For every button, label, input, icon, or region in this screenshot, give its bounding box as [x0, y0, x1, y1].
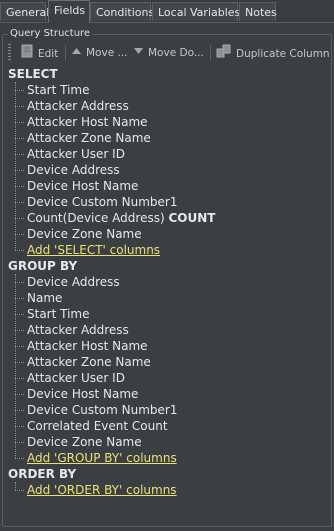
group-by-item[interactable]: Device Custom Number1: [27, 402, 177, 418]
tree-branch: [15, 458, 24, 459]
select-item[interactable]: Attacker Host Name: [27, 114, 148, 130]
tree-branch: [15, 394, 24, 395]
select-item[interactable]: Device Address: [27, 162, 120, 178]
group-by-item[interactable]: Device Zone Name: [27, 434, 142, 450]
select-item[interactable]: Device Custom Number1: [27, 194, 177, 210]
tab-fields[interactable]: Fields: [48, 0, 90, 23]
tree-branch: [15, 90, 24, 91]
select-header[interactable]: SELECT: [8, 66, 58, 82]
count-alias: COUNT: [168, 211, 216, 225]
add-select-columns-link[interactable]: Add 'SELECT' columns: [27, 242, 160, 258]
order-by-tree-line: [15, 482, 16, 490]
order-by-header[interactable]: ORDER BY: [8, 466, 76, 482]
group-by-item[interactable]: Start Time: [27, 306, 90, 322]
select-count-item[interactable]: Count(Device Address) COUNT: [27, 210, 215, 226]
group-by-item[interactable]: Device Address: [27, 274, 120, 290]
tree-branch: [15, 442, 24, 443]
tree-branch: [15, 218, 24, 219]
tree-branch: [15, 122, 24, 123]
tree-branch: [15, 202, 24, 203]
count-expression: Count(Device Address): [27, 211, 165, 225]
tree-branch: [15, 106, 24, 107]
tree-branch: [15, 362, 24, 363]
select-item[interactable]: Attacker Address: [27, 98, 129, 114]
group-by-tree-line: [15, 274, 16, 458]
select-tree-line: [15, 82, 16, 250]
query-tree: SELECT Start Time Attacker Address Attac…: [0, 0, 334, 531]
tree-branch: [15, 410, 24, 411]
tree-branch: [15, 330, 24, 331]
select-item[interactable]: Device Host Name: [27, 178, 138, 194]
group-by-item[interactable]: Attacker Zone Name: [27, 354, 151, 370]
add-order-by-columns-link[interactable]: Add 'ORDER BY' columns: [27, 482, 177, 498]
tree-branch: [15, 490, 24, 491]
group-by-item[interactable]: Device Host Name: [27, 386, 138, 402]
tree-branch: [15, 154, 24, 155]
group-by-item[interactable]: Correlated Event Count: [27, 418, 168, 434]
tree-branch: [15, 234, 24, 235]
select-item[interactable]: Start Time: [27, 82, 90, 98]
group-by-item[interactable]: Name: [27, 290, 62, 306]
select-item[interactable]: Attacker User ID: [27, 146, 125, 162]
tree-branch: [15, 426, 24, 427]
select-item[interactable]: Device Zone Name: [27, 226, 142, 242]
tree-branch: [15, 138, 24, 139]
tree-branch: [15, 170, 24, 171]
tree-branch: [15, 378, 24, 379]
group-by-header[interactable]: GROUP BY: [8, 258, 77, 274]
tree-branch: [15, 314, 24, 315]
tree-branch: [15, 282, 24, 283]
tree-branch: [15, 298, 24, 299]
tree-branch: [15, 186, 24, 187]
tree-branch: [15, 346, 24, 347]
tree-branch: [15, 250, 24, 251]
group-by-item[interactable]: Attacker Host Name: [27, 338, 148, 354]
add-group-by-columns-link[interactable]: Add 'GROUP BY' columns: [27, 450, 177, 466]
group-by-item[interactable]: Attacker User ID: [27, 370, 125, 386]
group-by-item[interactable]: Attacker Address: [27, 322, 129, 338]
select-item[interactable]: Attacker Zone Name: [27, 130, 151, 146]
